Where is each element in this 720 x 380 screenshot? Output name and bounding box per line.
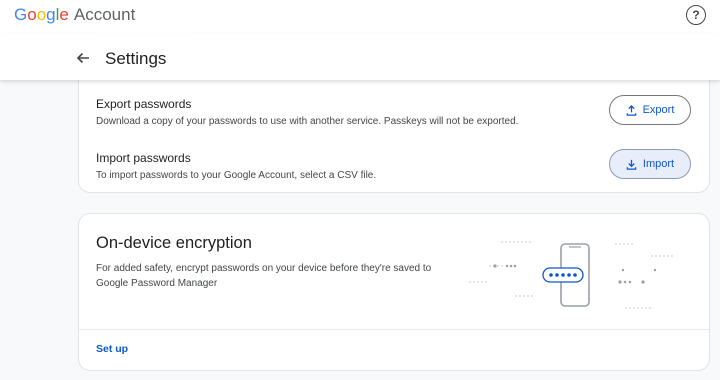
card-divider <box>79 329 709 330</box>
import-button[interactable]: Import <box>609 149 691 179</box>
export-button-label: Export <box>642 104 675 116</box>
import-passwords-description: To import passwords to your Google Accou… <box>96 170 377 181</box>
import-passwords-title: Import passwords <box>96 151 191 165</box>
top-bar: Google Account ? <box>0 0 720 34</box>
encryption-description: For added safety, encrypt passwords on y… <box>96 263 432 289</box>
settings-header: Settings <box>0 34 720 80</box>
download-icon <box>626 159 637 170</box>
set-up-link[interactable]: Set up <box>96 343 128 355</box>
export-button[interactable]: Export <box>609 95 691 125</box>
upload-icon <box>626 104 636 116</box>
encryption-title: On-device encryption <box>96 234 252 252</box>
page-title: Settings <box>105 49 167 68</box>
export-passwords-title: Export passwords <box>96 97 192 111</box>
help-icon[interactable]: ? <box>686 5 706 25</box>
google-account-logo[interactable]: Google Account <box>14 4 135 26</box>
account-label: Account <box>73 5 136 24</box>
arrow-back-icon <box>76 52 89 64</box>
back-button[interactable] <box>72 47 94 69</box>
on-device-encryption-card: On-device encryption For added safety, e… <box>78 213 710 371</box>
import-button-label: Import <box>642 158 675 170</box>
google-logo-text: Google <box>14 5 69 24</box>
phone-encryption-illustration <box>469 241 675 309</box>
export-passwords-description: Download a copy of your passwords to use… <box>96 116 519 127</box>
